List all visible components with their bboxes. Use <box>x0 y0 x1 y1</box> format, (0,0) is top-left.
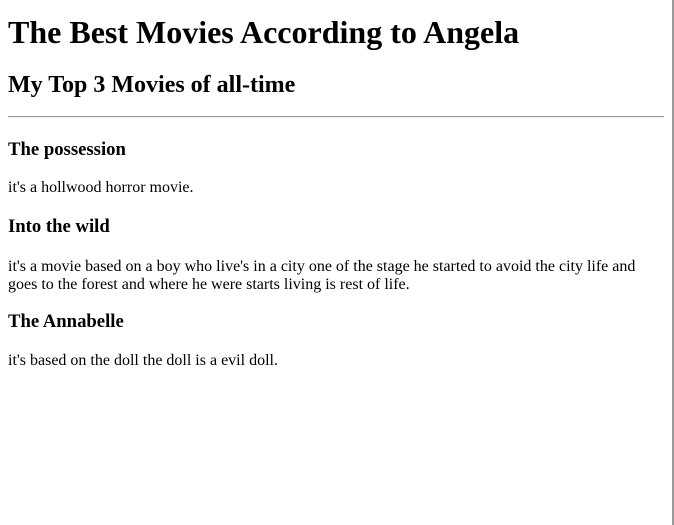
page: The Best Movies According to Angela My T… <box>0 0 674 525</box>
divider <box>8 116 664 118</box>
movie-title-3: The Annabelle <box>8 311 124 332</box>
movie-description-2: it's a movie based on a boy who live's i… <box>8 258 636 293</box>
movie-title-2: Into the wild <box>8 216 110 237</box>
movie-description-1: it's a hollwood horror movie. <box>8 179 194 196</box>
movie-title-1: The possession <box>8 139 126 160</box>
movie-description-3: it's based on the doll the doll is a evi… <box>8 352 278 369</box>
page-title: The Best Movies According to Angela <box>8 14 520 50</box>
page-subtitle: My Top 3 Movies of all-time <box>8 72 296 98</box>
